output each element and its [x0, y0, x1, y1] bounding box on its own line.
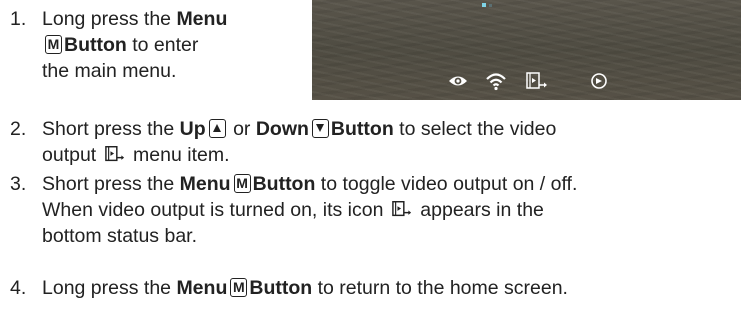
step-line: M Button to enter — [42, 32, 227, 58]
menu-key-icon: M — [230, 278, 248, 297]
step-text-segment: to select the video — [393, 118, 557, 140]
step-text-segment: to toggle video output on / off. — [315, 173, 578, 195]
step-line: bottom status bar. — [42, 225, 198, 247]
menu-label: Menu — [176, 277, 228, 299]
device-screen-image — [312, 0, 741, 100]
step-text-segment: to return to the home screen. — [312, 277, 568, 299]
step-line: When video output is turned on, its icon… — [42, 197, 577, 223]
step-text-segment: Long press the — [42, 8, 177, 30]
menu-label: Menu — [179, 173, 231, 195]
step-text-segment: Short press the — [42, 118, 180, 140]
up-label: Up — [179, 118, 206, 140]
step-number: 2. — [10, 118, 27, 140]
step-number: 3. — [10, 173, 27, 195]
step-line: the main menu. — [42, 60, 177, 82]
step-text-segment: Long press the — [42, 277, 177, 299]
button-label: Button — [252, 173, 316, 195]
video-output-icon — [104, 146, 124, 162]
step-line: Short press the Up or Down Button to sele… — [42, 116, 556, 142]
step-text: Short press the Up or Down Button to sele… — [42, 116, 556, 168]
gps-icon — [591, 73, 607, 89]
menu-key-glyph: M — [233, 279, 245, 295]
step-text: Long press the Menu M Button to return to … — [42, 275, 568, 301]
step-text-segment: output — [42, 144, 102, 166]
wifi-icon — [486, 73, 506, 91]
menu-key-glyph: M — [236, 175, 248, 191]
button-label: Button — [64, 34, 127, 56]
step-number: 4. — [10, 277, 27, 299]
step-text-segment: Short press the — [42, 173, 180, 195]
down-label: Down — [255, 118, 309, 140]
step-line: Short press the Menu M Button to toggle vi… — [42, 171, 577, 197]
step-line: Long press the Menu M Button to return to … — [42, 275, 568, 301]
screen-indicator-dot — [482, 3, 486, 7]
step-line: output menu item. — [42, 142, 556, 168]
up-key-icon — [208, 119, 226, 138]
video-output-icon — [392, 201, 411, 217]
step-text: Long press the Menu M Button to enter the… — [42, 6, 227, 84]
screen-indicator-dot — [489, 4, 492, 7]
step-text: Short press the Menu M Button to toggle vi… — [42, 171, 577, 249]
menu-key-icon: M — [233, 174, 251, 193]
step-line: Long press the Menu — [42, 6, 227, 32]
eye-icon — [449, 76, 467, 86]
button-label: Button — [249, 277, 313, 299]
video-output-icon — [526, 72, 547, 89]
button-label: Button — [330, 118, 394, 140]
step-number: 1. — [10, 8, 27, 30]
step-text-segment: appears in the — [414, 199, 544, 221]
menu-label: Menu — [176, 8, 228, 30]
step-text-segment: When video output is turned on, its icon — [42, 199, 389, 221]
status-bar — [442, 70, 642, 92]
menu-key-icon: M — [45, 35, 62, 54]
step-text-segment: or — [227, 118, 256, 140]
down-key-icon — [311, 119, 329, 138]
step-text-segment: to enter — [126, 34, 199, 56]
menu-key-glyph: M — [47, 36, 60, 52]
step-text-segment: menu item. — [127, 144, 230, 166]
